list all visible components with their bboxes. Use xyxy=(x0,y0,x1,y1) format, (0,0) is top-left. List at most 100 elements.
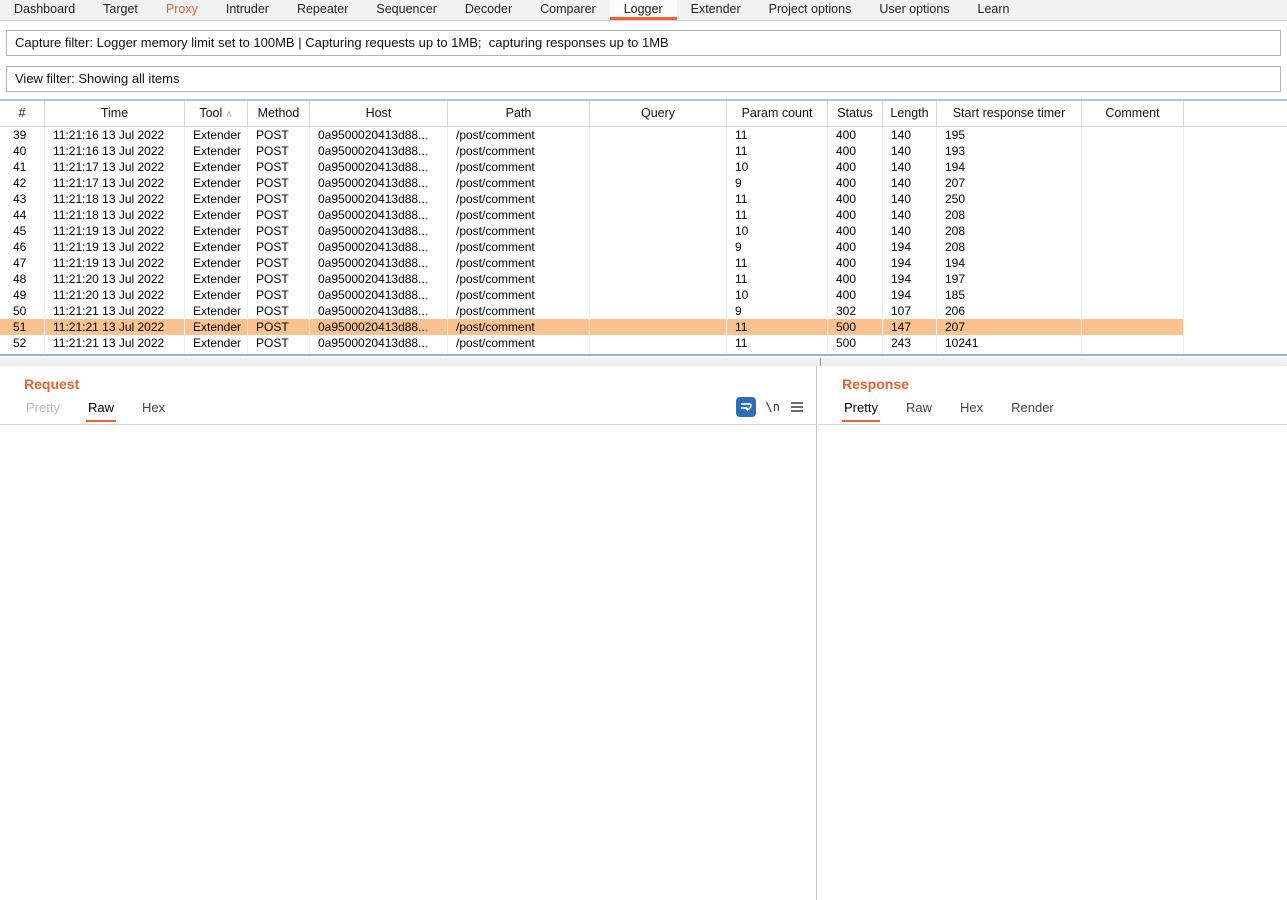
table-cell: POST xyxy=(248,351,310,356)
table-cell: 140 xyxy=(883,175,937,191)
column-header-status[interactable]: Status xyxy=(828,101,883,127)
table-row[interactable]: 4211:21:17 13 Jul 2022ExtenderPOST0a9500… xyxy=(0,175,1287,191)
table-cell: /post/comment xyxy=(448,159,590,175)
table-row[interactable]: 4411:21:18 13 Jul 2022ExtenderPOST0a9500… xyxy=(0,207,1287,223)
table-cell: Extender xyxy=(185,223,248,239)
table-row[interactable]: 4811:21:20 13 Jul 2022ExtenderPOST0a9500… xyxy=(0,271,1287,287)
split-handle[interactable] xyxy=(820,358,821,366)
table-row[interactable]: 4111:21:17 13 Jul 2022ExtenderPOST0a9500… xyxy=(0,159,1287,175)
table-row[interactable]: 4011:21:16 13 Jul 2022ExtenderPOST0a9500… xyxy=(0,143,1287,159)
column-header-query[interactable]: Query xyxy=(590,101,727,127)
table-cell: POST xyxy=(248,271,310,287)
request-editor-tabs: Pretty Raw Hex \n xyxy=(0,394,816,425)
table-row[interactable]: 4711:21:19 13 Jul 2022ExtenderPOST0a9500… xyxy=(0,255,1287,271)
table-cell: 46 xyxy=(0,239,45,255)
table-cell: POST xyxy=(248,159,310,175)
table-cell: 193 xyxy=(937,143,1082,159)
table-cell: 48 xyxy=(0,271,45,287)
request-tab-pretty[interactable]: Pretty xyxy=(24,394,62,422)
table-cell xyxy=(590,239,727,255)
table-cell: 194 xyxy=(937,255,1082,271)
table-row[interactable]: 5011:21:21 13 Jul 2022ExtenderPOST0a9500… xyxy=(0,303,1287,319)
request-tab-hex[interactable]: Hex xyxy=(140,394,167,422)
table-cell xyxy=(1082,351,1184,356)
table-cell: 400 xyxy=(828,255,883,271)
table-cell xyxy=(1082,127,1184,143)
response-editor-tabs: Pretty Raw Hex Render xyxy=(818,394,1287,425)
tab-user-options[interactable]: User options xyxy=(865,0,963,20)
response-tab-pretty[interactable]: Pretty xyxy=(842,394,880,422)
table-cell: 40 xyxy=(0,143,45,159)
table-row[interactable]: 4511:21:19 13 Jul 2022ExtenderPOST0a9500… xyxy=(0,223,1287,239)
table-row[interactable]: 4911:21:20 13 Jul 2022ExtenderPOST0a9500… xyxy=(0,287,1287,303)
column-header-param-count[interactable]: Param count xyxy=(727,101,828,127)
column-header-path[interactable]: Path xyxy=(448,101,590,127)
table-cell xyxy=(1082,335,1184,351)
table-cell: 140 xyxy=(883,143,937,159)
tab-logger[interactable]: Logger xyxy=(610,0,677,20)
editor-menu-icon[interactable] xyxy=(790,401,804,413)
response-tab-hex[interactable]: Hex xyxy=(958,394,985,422)
column-header-method[interactable]: Method xyxy=(248,101,310,127)
column-header-tool[interactable]: Tool∧ xyxy=(185,101,248,127)
view-filter-bar[interactable]: View filter: Showing all items xyxy=(6,66,1281,92)
table-cell: 207 xyxy=(937,175,1082,191)
response-tab-render[interactable]: Render xyxy=(1009,394,1056,422)
newline-toggle[interactable]: \n xyxy=(766,400,780,414)
column-header-host[interactable]: Host xyxy=(310,101,448,127)
response-title: Response xyxy=(842,376,1287,392)
word-wrap-toggle-icon[interactable] xyxy=(736,397,756,417)
column-header-time[interactable]: Time xyxy=(45,101,185,127)
response-tab-raw[interactable]: Raw xyxy=(904,394,934,422)
table-row[interactable]: 3911:21:16 13 Jul 2022ExtenderPOST0a9500… xyxy=(0,127,1287,143)
table-cell: 0a9500020413d88... xyxy=(310,303,448,319)
table-cell: Extender xyxy=(185,255,248,271)
tab-sequencer[interactable]: Sequencer xyxy=(362,0,450,20)
tab-dashboard[interactable]: Dashboard xyxy=(0,0,89,20)
tab-comparer[interactable]: Comparer xyxy=(526,0,610,20)
table-cell: 9 xyxy=(727,303,828,319)
split-divider[interactable] xyxy=(0,358,1287,366)
table-cell-filler xyxy=(1184,239,1287,255)
tab-target[interactable]: Target xyxy=(89,0,152,20)
request-panel: Request PrettyRawHex \n xyxy=(0,366,817,900)
table-cell: /post/comment xyxy=(448,271,590,287)
table-cell: 50 xyxy=(0,303,45,319)
table-cell xyxy=(1082,175,1184,191)
table-cell-filler xyxy=(1184,271,1287,287)
request-tab-raw[interactable]: Raw xyxy=(86,394,116,422)
column-header-start-response-timer[interactable]: Start response timer xyxy=(937,101,1082,127)
table-cell xyxy=(590,159,727,175)
tab-proxy[interactable]: Proxy xyxy=(152,0,212,20)
main-tab-bar: DashboardTargetProxyIntruderRepeaterSequ… xyxy=(0,0,1287,21)
table-cell: 194 xyxy=(883,255,937,271)
table-cell: 44 xyxy=(0,207,45,223)
table-cell: Extender xyxy=(185,207,248,223)
table-cell: 11:21:16 13 Jul 2022 xyxy=(45,127,185,143)
table-cell: 10 xyxy=(727,287,828,303)
table-cell: 140 xyxy=(883,159,937,175)
table-row[interactable]: 4611:21:19 13 Jul 2022ExtenderPOST0a9500… xyxy=(0,239,1287,255)
table-cell: 11 xyxy=(727,191,828,207)
table-cell: 0a9500020413d88... xyxy=(310,207,448,223)
column-header--[interactable]: # xyxy=(0,101,45,127)
tab-project-options[interactable]: Project options xyxy=(755,0,866,20)
table-row[interactable]: 5111:21:21 13 Jul 2022ExtenderPOST0a9500… xyxy=(0,319,1287,335)
tab-intruder[interactable]: Intruder xyxy=(212,0,283,20)
table-row[interactable]: 5311:21:22 13 Jul 2022ExtenderPOST0a9500… xyxy=(0,351,1287,356)
tab-learn[interactable]: Learn xyxy=(964,0,1024,20)
table-row[interactable]: 4311:21:18 13 Jul 2022ExtenderPOST0a9500… xyxy=(0,191,1287,207)
tab-extender[interactable]: Extender xyxy=(677,0,755,20)
table-cell: 11:21:18 13 Jul 2022 xyxy=(45,191,185,207)
tab-decoder[interactable]: Decoder xyxy=(451,0,526,20)
table-cell: Extender xyxy=(185,351,248,356)
column-header-comment[interactable]: Comment xyxy=(1082,101,1184,127)
table-cell: 39 xyxy=(0,127,45,143)
column-header-length[interactable]: Length xyxy=(883,101,937,127)
table-cell: 140 xyxy=(883,223,937,239)
capture-filter-bar[interactable]: Capture filter: Logger memory limit set … xyxy=(6,30,1281,56)
table-row[interactable]: 5211:21:21 13 Jul 2022ExtenderPOST0a9500… xyxy=(0,335,1287,351)
table-cell: 0a9500020413d88... xyxy=(310,175,448,191)
tab-repeater[interactable]: Repeater xyxy=(283,0,362,20)
table-cell: Extender xyxy=(185,239,248,255)
